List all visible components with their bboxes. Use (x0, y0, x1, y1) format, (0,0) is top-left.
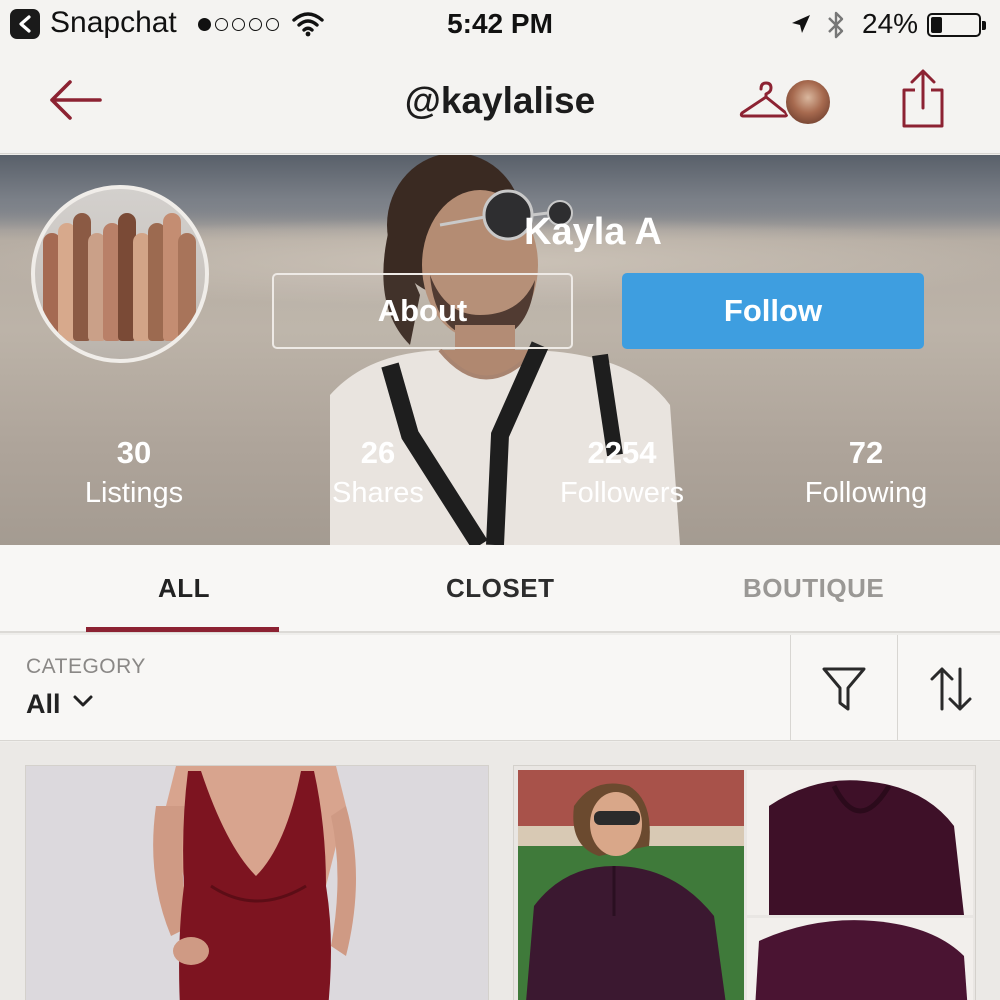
profile-stats: 30 Listings 26 Shares 2254 Followers 72 … (0, 435, 1000, 525)
stat-value: 72 (848, 435, 884, 470)
category-label: CATEGORY (26, 655, 146, 678)
share-icon[interactable] (898, 68, 948, 130)
listing-card[interactable] (513, 765, 976, 1000)
tab-boutique[interactable]: BOUTIQUE (743, 573, 884, 604)
clock: 5:42 PM (447, 8, 553, 39)
listing-tabs: ALL CLOSET BOUTIQUE (0, 545, 1000, 633)
category-dropdown[interactable]: All (26, 689, 61, 720)
stat-followers[interactable]: 2254 Followers (522, 435, 722, 510)
battery-percent: 24% (862, 8, 919, 39)
stat-value: 26 (360, 435, 396, 470)
bluetooth-icon (828, 11, 844, 39)
stat-value: 30 (116, 435, 152, 470)
active-tab-indicator (86, 627, 279, 632)
location-arrow-icon (792, 15, 810, 33)
filter-icon[interactable] (821, 665, 867, 713)
listing-photo-hoodie (514, 766, 975, 1000)
chevron-down-icon[interactable] (72, 693, 94, 709)
status-bar: Snapchat 5:42 PM 24% (0, 0, 1000, 50)
tab-closet[interactable]: CLOSET (446, 573, 554, 604)
profile-cover: Kayla A About Follow 30 Listings 26 Shar… (0, 155, 1000, 545)
sort-icon[interactable] (928, 665, 974, 713)
profile-username-title: @kaylalise (404, 80, 596, 121)
profile-display-name: Kayla A (524, 211, 662, 253)
stat-shares[interactable]: 26 Shares (278, 435, 478, 510)
stat-label: Shares (332, 477, 424, 509)
navigation-bar: @kaylalise (0, 50, 1000, 154)
avatar-figure (178, 233, 196, 341)
tab-all[interactable]: ALL (158, 573, 210, 604)
about-button[interactable]: About (272, 273, 573, 349)
stat-label: Followers (559, 477, 685, 509)
stat-value: 2254 (587, 435, 657, 470)
closet-avatar-thumbnail[interactable] (784, 78, 832, 126)
follow-button[interactable]: Follow (622, 273, 924, 349)
listing-photo-red-dress (26, 766, 488, 1000)
battery-icon (927, 13, 986, 37)
filter-bar: CATEGORY All (0, 635, 1000, 741)
stat-following[interactable]: 72 Following (766, 435, 966, 510)
profile-avatar[interactable] (31, 185, 209, 363)
stat-label: Listings (84, 477, 184, 509)
hanger-icon[interactable] (738, 80, 790, 120)
listing-card[interactable] (25, 765, 489, 1000)
listing-grid (0, 742, 1000, 1000)
stat-label: Following (804, 477, 928, 509)
stat-listings[interactable]: 30 Listings (34, 435, 234, 510)
